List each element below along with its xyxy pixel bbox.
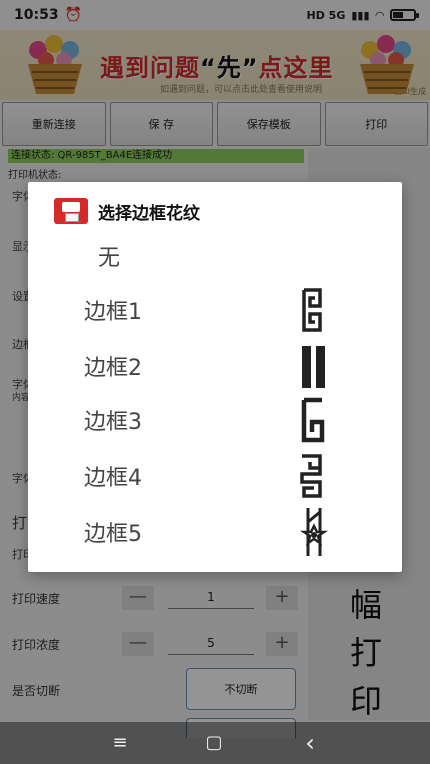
border-option-2[interactable]: 边框2 [84,342,384,388]
meander-icon [300,454,322,498]
border-option-3[interactable]: 边框3 [84,396,384,443]
border-option-none[interactable]: 无 [84,232,384,278]
spiral-icon [302,288,322,332]
option-label: 边框1 [84,300,142,325]
dialog-header: 选择边框花纹 [54,198,200,224]
option-label: 边框3 [84,410,142,435]
system-nav-bar: ≡ ▢ ‹ [0,722,430,764]
border-pattern-dialog: 选择边框花纹 无 边框1 边框2 边框3 边框4 边框5 [28,182,402,572]
hook-icon [301,397,325,443]
home-nav-icon[interactable]: ▢ [202,732,226,754]
option-label: 边框4 [84,466,142,491]
star-ornament-icon [299,508,329,556]
border-option-5[interactable]: 边框5 [84,508,384,556]
border-option-1[interactable]: 边框1 [84,286,384,332]
option-label: 边框5 [84,522,142,547]
menu-nav-icon[interactable]: ≡ [108,732,132,754]
double-bar-icon [302,346,325,388]
printer-app-icon [54,198,88,224]
dialog-title: 选择边框花纹 [98,203,200,224]
border-option-4[interactable]: 边框4 [84,452,384,498]
option-label: 无 [98,246,121,271]
back-nav-icon[interactable]: ‹ [298,731,322,755]
option-label: 边框2 [84,356,142,381]
